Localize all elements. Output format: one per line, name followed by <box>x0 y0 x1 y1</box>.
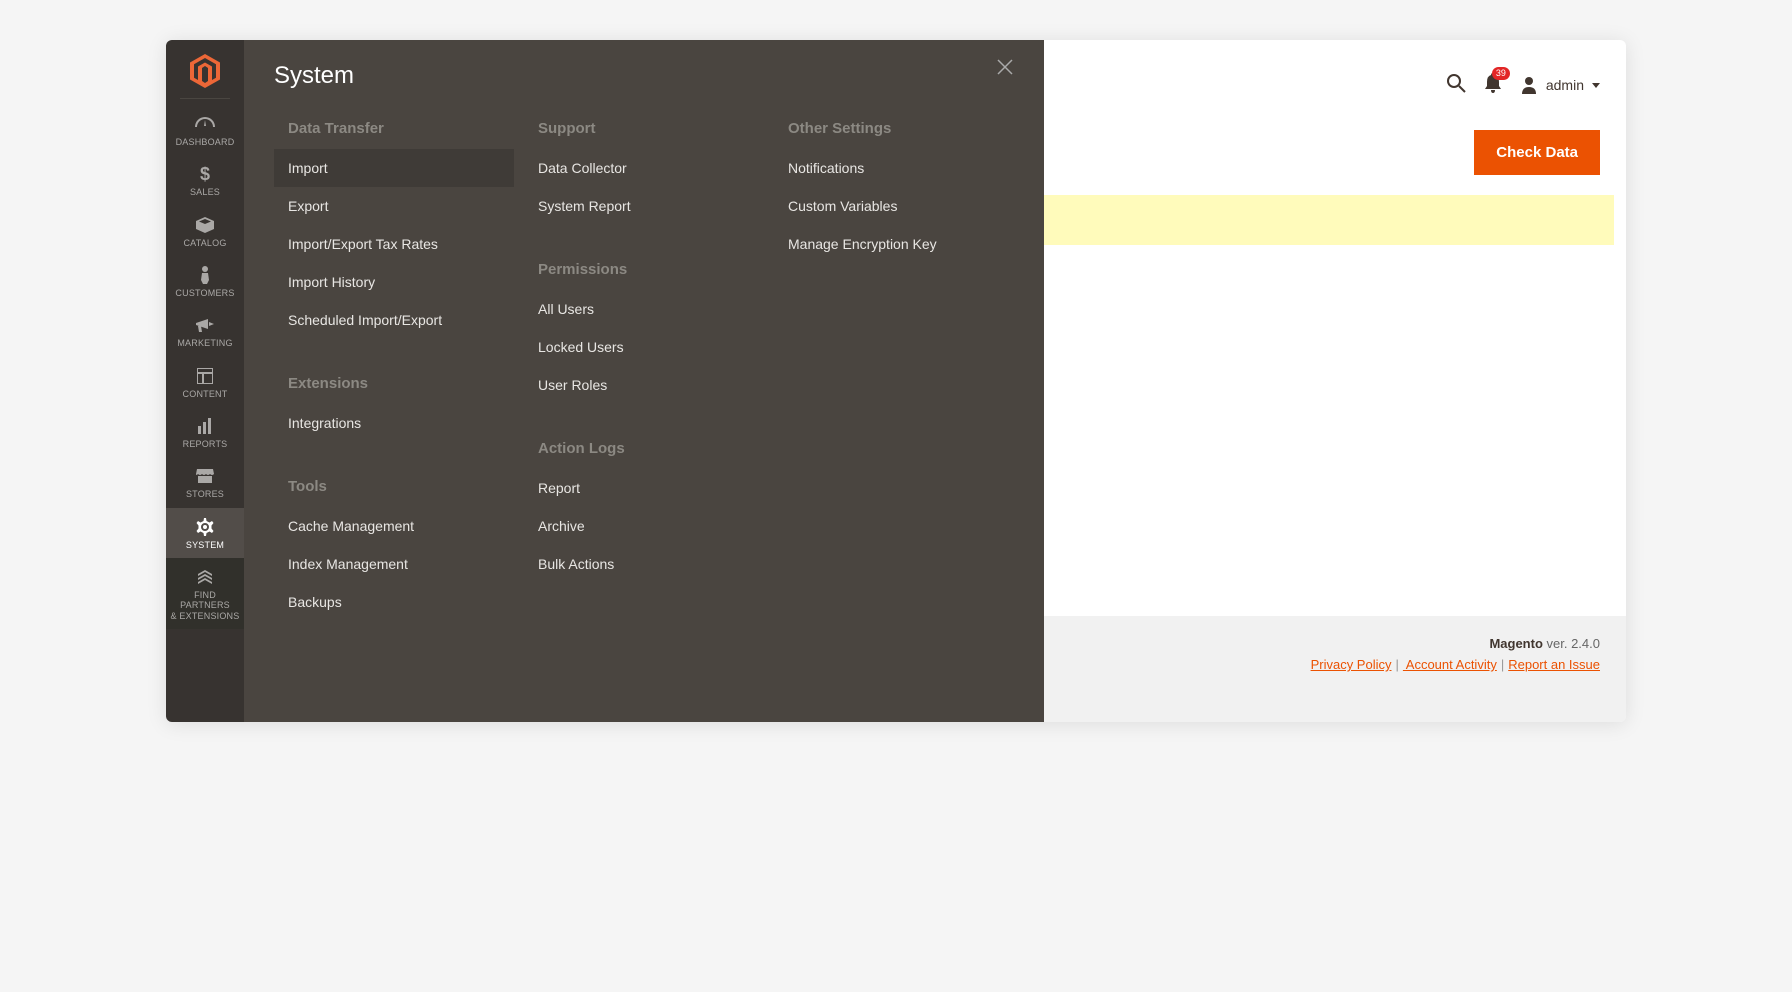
search-button[interactable] <box>1446 73 1466 98</box>
menu-all-users[interactable]: All Users <box>524 290 764 328</box>
gear-icon <box>195 518 215 536</box>
menu-backups[interactable]: Backups <box>274 583 514 621</box>
box-icon <box>195 216 215 234</box>
dollar-icon: $ <box>195 165 215 183</box>
menu-integrations[interactable]: Integrations <box>274 404 514 442</box>
magento-logo-icon <box>190 54 220 88</box>
megaphone-icon <box>195 316 215 334</box>
group-title-other-settings: Other Settings <box>788 120 1014 137</box>
menu-data-collector[interactable]: Data Collector <box>524 149 764 187</box>
menu-index-management[interactable]: Index Management <box>274 545 514 583</box>
brand-label: Magento <box>1489 636 1542 651</box>
group-title-permissions: Permissions <box>538 261 764 278</box>
account-activity-link[interactable]: Account Activity <box>1403 657 1497 672</box>
check-data-button[interactable]: Check Data <box>1474 130 1600 175</box>
nav-label: SALES <box>190 187 220 197</box>
menu-bulk-actions[interactable]: Bulk Actions <box>524 545 764 583</box>
group-title-tools: Tools <box>288 478 514 495</box>
nav-label: CUSTOMERS <box>175 288 234 298</box>
nav-label: FIND PARTNERS & EXTENSIONS <box>170 590 240 621</box>
search-icon <box>1446 73 1466 93</box>
divider <box>180 98 230 99</box>
flyout-close-button[interactable] <box>996 58 1020 82</box>
menu-locked-users[interactable]: Locked Users <box>524 328 764 366</box>
menu-custom-variables[interactable]: Custom Variables <box>774 187 1014 225</box>
group-title-support: Support <box>538 120 764 137</box>
menu-report[interactable]: Report <box>524 469 764 507</box>
menu-system-report[interactable]: System Report <box>524 187 764 225</box>
nav-label: CONTENT <box>183 389 228 399</box>
menu-user-roles[interactable]: User Roles <box>524 366 764 404</box>
privacy-policy-link[interactable]: Privacy Policy <box>1311 657 1392 672</box>
flyout-col-2: Support Data Collector System Report Per… <box>524 120 764 621</box>
menu-notifications[interactable]: Notifications <box>774 149 1014 187</box>
nav-label: REPORTS <box>183 439 228 449</box>
report-issue-link[interactable]: Report an Issue <box>1508 657 1600 672</box>
nav-reports[interactable]: REPORTS <box>166 407 244 457</box>
store-icon <box>195 467 215 485</box>
system-flyout: System Data Transfer Import Export Impor… <box>244 40 1044 722</box>
nav-find-partners[interactable]: FIND PARTNERS & EXTENSIONS <box>166 558 244 629</box>
notifications-button[interactable]: 39 <box>1484 73 1502 98</box>
flyout-col-3: Other Settings Notifications Custom Vari… <box>774 120 1014 621</box>
svg-text:$: $ <box>200 165 210 183</box>
group-title-data-transfer: Data Transfer <box>288 120 514 137</box>
menu-import-export-tax-rates[interactable]: Import/Export Tax Rates <box>274 225 514 263</box>
nav-dashboard[interactable]: DASHBOARD <box>166 105 244 155</box>
partners-icon <box>195 568 215 586</box>
admin-dropdown[interactable]: admin <box>1520 76 1600 94</box>
menu-cache-management[interactable]: Cache Management <box>274 507 514 545</box>
group-title-action-logs: Action Logs <box>538 440 764 457</box>
nav-label: STORES <box>186 489 224 499</box>
nav-customers[interactable]: CUSTOMERS <box>166 256 244 306</box>
nav-stores[interactable]: STORES <box>166 457 244 507</box>
group-title-extensions: Extensions <box>288 375 514 392</box>
notifications-badge: 39 <box>1492 67 1510 80</box>
nav-label: DASHBOARD <box>176 137 235 147</box>
layout-icon <box>195 367 215 385</box>
flyout-col-1: Data Transfer Import Export Import/Expor… <box>274 120 514 621</box>
menu-import[interactable]: Import <box>274 149 514 187</box>
nav-label: CATALOG <box>183 238 226 248</box>
nav-system[interactable]: SYSTEM <box>166 508 244 558</box>
nav-content[interactable]: CONTENT <box>166 357 244 407</box>
chevron-down-icon <box>1592 83 1600 88</box>
user-icon <box>1520 76 1538 94</box>
version-number: 2.4.0 <box>1571 636 1600 651</box>
nav-label: MARKETING <box>177 338 232 348</box>
flyout-title: System <box>274 62 1014 90</box>
nav-label: SYSTEM <box>186 540 224 550</box>
magento-logo <box>166 40 244 98</box>
menu-scheduled-import-export[interactable]: Scheduled Import/Export <box>274 301 514 339</box>
menu-manage-encryption-key[interactable]: Manage Encryption Key <box>774 225 1014 263</box>
gauge-icon <box>195 115 215 133</box>
nav-marketing[interactable]: MARKETING <box>166 306 244 356</box>
admin-label: admin <box>1546 77 1584 93</box>
menu-archive[interactable]: Archive <box>524 507 764 545</box>
person-icon <box>195 266 215 284</box>
main-sidebar: DASHBOARD $ SALES CATALOG CUSTOMERS MARK… <box>166 40 244 722</box>
nav-catalog[interactable]: CATALOG <box>166 206 244 256</box>
close-icon <box>996 58 1014 76</box>
bars-icon <box>195 417 215 435</box>
nav-sales[interactable]: $ SALES <box>166 155 244 205</box>
menu-import-history[interactable]: Import History <box>274 263 514 301</box>
menu-export[interactable]: Export <box>274 187 514 225</box>
